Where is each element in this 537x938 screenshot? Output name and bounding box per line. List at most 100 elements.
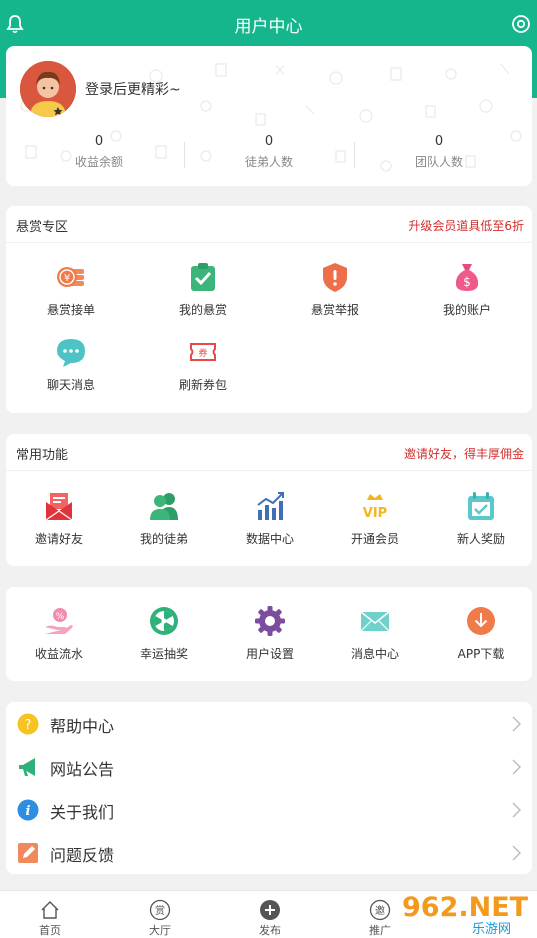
hall-icon: 赏 [149,899,171,921]
bounty-section: 悬赏专区 升级会员道具低至6折 ¥ 悬赏接单 我的悬赏 悬赏举报 $ 我的账户 … [6,206,532,413]
stat-value: 0 [264,134,274,149]
grid-item-label: 幸运抽奖 [139,647,188,661]
svg-text:VIP: VIP [363,506,387,521]
grid-item-refresh-coupons[interactable]: 券 刷新券包 [149,336,257,393]
stat-value: 0 [94,134,104,149]
svg-text:?: ? [25,718,32,733]
grid-item-label: 悬赏接单 [46,303,95,317]
watermark-subtext: 乐游网 [472,922,511,937]
grid-item-label: 我的账户 [442,303,491,317]
grid-item-label: 开通会员 [350,532,399,546]
grid-item-message-center[interactable]: 消息中心 [321,605,429,662]
settings-icon[interactable] [511,14,531,34]
stat-label: 团队人数 [414,155,463,169]
invite-icon: 邀 [369,899,391,921]
grid-item-bounty-orders[interactable]: ¥ 悬赏接单 [17,261,125,318]
vip-crown-icon: VIP [363,494,387,521]
invite-glyph: 邀 [375,904,385,917]
coins-icon: ¥ [57,267,84,287]
grid-item-label: APP下载 [457,647,505,661]
tab-home[interactable]: 首页 [20,891,80,938]
user-card: 登录后更精彩~ 0 收益余额 0 徒弟人数 0 团队人数 [6,46,532,186]
hand-coin-icon: % [45,608,73,634]
home-icon [41,901,59,919]
list-item-help-center[interactable]: ? 帮助中心 [6,702,532,745]
stat-value: 0 [434,134,444,149]
tab-publish[interactable]: 发布 [240,891,300,938]
svg-text:$: $ [463,275,471,289]
list-item-label: 网站公告 [50,760,115,779]
grid-item-label: 收益流水 [34,647,83,661]
grid-item-label: 数据中心 [245,532,294,546]
grid-item-data-center[interactable]: 数据中心 [216,490,324,547]
grid-item-label: 聊天消息 [46,378,95,392]
stat-team-count[interactable]: 0 团队人数 [354,134,524,170]
login-prompt[interactable]: 登录后更精彩~ [85,79,181,99]
tab-label: 大厅 [149,924,171,937]
grid-item-chat-messages[interactable]: 聊天消息 [17,336,125,393]
grid-item-label: 我的徒弟 [139,532,188,546]
edit-icon [18,843,38,863]
svg-text:%: % [56,612,65,622]
grid-item-lucky-draw[interactable]: 幸运抽奖 [110,605,218,662]
list-item-label: 问题反馈 [50,846,115,865]
megaphone-icon [19,758,35,776]
promo-link[interactable]: 邀请好友，得丰厚佣金 [404,445,524,462]
more-functions-section: % 收益流水 幸运抽奖 用户设置 消息中心 APP下载 [6,587,532,681]
clipboard-check-icon [191,263,215,291]
list-item-label: 关于我们 [50,803,115,822]
grid-item-my-account[interactable]: $ 我的账户 [413,261,521,318]
info-icon: i [17,799,39,821]
calendar-check-icon [468,492,494,520]
coupon-icon: 券 [190,343,216,361]
grid-item-my-apprentices[interactable]: 我的徒弟 [110,490,218,547]
common-functions-section: 常用功能 邀请好友，得丰厚佣金 邀请好友 我的徒弟 数据中心 VIP 开通会员 … [6,434,532,566]
watermark-text: 962.NET [402,892,529,923]
list-item-about-us[interactable]: i 关于我们 [6,788,532,831]
grid-item-label: 消息中心 [350,647,399,661]
money-bag-icon: $ [455,264,479,291]
gear-icon [255,606,285,636]
avatar-illustration [20,61,76,117]
list-item-site-announcement[interactable]: 网站公告 [6,745,532,788]
grid-item-user-settings[interactable]: 用户设置 [216,605,324,662]
chevron-right-icon [512,716,521,732]
help-list: ? 帮助中心 网站公告 i 关于我们 问题反馈 [6,702,532,874]
bar-chart-icon [257,492,284,520]
list-item-feedback[interactable]: 问题反馈 [6,831,532,874]
list-item-label: 帮助中心 [50,717,115,736]
section-header: 悬赏专区 升级会员道具低至6折 [6,206,532,243]
download-icon [467,607,495,635]
users-icon [150,493,178,520]
grid-item-label: 邀请好友 [34,532,83,546]
promo-link[interactable]: 升级会员道具低至6折 [408,217,524,234]
grid-item-bounty-report[interactable]: 悬赏举报 [281,261,389,318]
tab-hall[interactable]: 赏 大厅 [130,891,190,938]
svg-text:¥: ¥ [64,273,70,284]
stat-apprentice-count[interactable]: 0 徒弟人数 [184,134,354,170]
grid-item-label: 刷新券包 [178,378,227,392]
grid-item-newcomer-rewards[interactable]: 新人奖励 [427,490,535,547]
tab-label: 首页 [39,924,61,937]
avatar[interactable] [20,61,76,117]
grid-item-label: 悬赏举报 [310,303,359,317]
svg-text:券: 券 [198,347,207,359]
section-header: 常用功能 邀请好友，得丰厚佣金 [6,434,532,471]
grid-item-earnings-flow[interactable]: % 收益流水 [5,605,113,662]
top-bar: 用户中心 [0,0,537,48]
grid-item-my-bounty[interactable]: 我的悬赏 [149,261,257,318]
lucky-wheel-icon [150,607,178,635]
shield-alert-icon [323,263,347,292]
chevron-right-icon [512,759,521,775]
question-icon: ? [17,713,39,735]
hall-glyph: 赏 [155,905,165,917]
page-title: 用户中心 [234,17,303,37]
grid-item-open-vip[interactable]: VIP 开通会员 [321,490,429,547]
plus-circle-icon [260,900,280,920]
mail-icon [360,611,390,632]
section-title: 悬赏专区 [16,220,69,235]
grid-item-invite-friends[interactable]: 邀请好友 [5,490,113,547]
stat-earnings-balance[interactable]: 0 收益余额 [14,134,184,170]
grid-item-app-download[interactable]: APP下载 [427,605,535,662]
grid-item-label: 我的悬赏 [178,303,227,317]
